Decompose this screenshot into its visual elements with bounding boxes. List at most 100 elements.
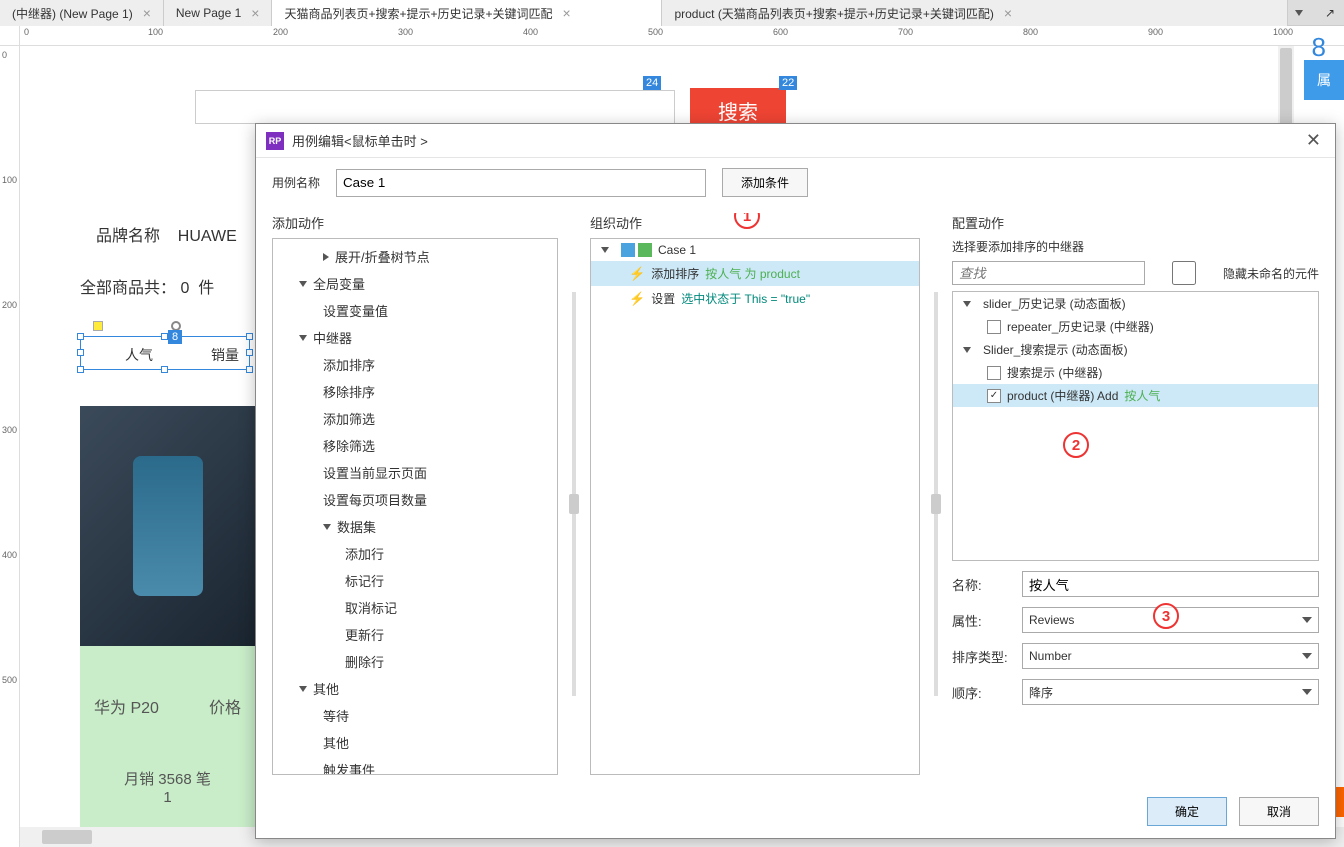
case-name-input[interactable] (336, 169, 706, 197)
action-tree-item[interactable]: 数据集 (273, 513, 557, 540)
action-tree-item[interactable]: 触发事件 (273, 756, 557, 775)
config-search-input[interactable] (952, 261, 1145, 285)
chevron-down-icon (1302, 689, 1312, 695)
ruler-corner (0, 26, 20, 46)
cancel-button[interactable]: 取消 (1239, 797, 1319, 826)
annotation-2: 2 (1063, 432, 1089, 458)
add-action-pane[interactable]: 展开/折叠树节点全局变量设置变量值中继器添加排序移除排序添加筛选移除筛选设置当前… (272, 238, 558, 775)
action-set-selected[interactable]: ⚡ 设置 选中状态于 This = "true" (591, 286, 919, 311)
sorter-selection[interactable]: 人气 销量 (80, 336, 250, 370)
ruler-horizontal: 0 100 200 300 400 500 600 700 800 900 10… (20, 26, 1344, 46)
action-tree-item[interactable]: 添加行 (273, 540, 557, 567)
product-card[interactable]: 华为 P20价格 月销 3568 笔 1 (80, 646, 255, 827)
action-tree-item[interactable]: 中继器 (273, 324, 557, 351)
rp-icon: RP (266, 132, 284, 150)
right-panel-tab[interactable]: 属 (1304, 60, 1344, 100)
tab-3-active[interactable]: 天猫商品列表页+搜索+提示+历史记录+关键词匹配× (272, 0, 662, 26)
brand-label: 品牌名称 HUAWE (96, 222, 237, 246)
case-name-label: 用例名称 (272, 174, 320, 191)
caret-down-icon (299, 335, 307, 341)
dimension-badge-24: 24 (643, 76, 661, 90)
case-row[interactable]: Case 1 (591, 239, 919, 261)
close-icon[interactable]: × (251, 5, 259, 21)
tab-2[interactable]: New Page 1× (164, 0, 273, 26)
splitter-2[interactable] (934, 292, 938, 697)
organize-action-pane[interactable]: Case 1 ⚡ 添加排序 按人气 为 product ⚡ 设置 选中状态于 T… (590, 238, 920, 775)
product-image[interactable] (80, 406, 255, 646)
caret-down-icon (323, 524, 331, 530)
config-action-header: 配置动作 (952, 213, 1319, 232)
repeater-tree-item[interactable]: ✓product (中继器) Add 按人气 (953, 384, 1318, 407)
close-icon[interactable]: × (563, 5, 571, 21)
sort-name-input[interactable] (1022, 571, 1319, 597)
panel-badge-8: 8 (1312, 32, 1326, 63)
action-tree-item[interactable]: 移除排序 (273, 378, 557, 405)
tabs-collapse[interactable]: ↗ (1316, 0, 1344, 25)
ruler-vertical: 0 100 200 300 400 500 (0, 46, 20, 847)
add-action-header: 添加动作 (272, 213, 558, 232)
chevron-down-icon (1302, 653, 1312, 659)
action-tree-item[interactable]: 其他 (273, 675, 557, 702)
checkbox[interactable] (987, 320, 1001, 334)
action-tree-item[interactable]: 删除行 (273, 648, 557, 675)
config-subheader: 选择要添加排序的中继器 (952, 238, 1319, 261)
caret-down-icon (299, 686, 307, 692)
dialog-titlebar[interactable]: RP 用例编辑<鼠标单击时 > ✕ (256, 124, 1335, 158)
sort-popularity[interactable]: 人气 (125, 345, 153, 365)
action-add-sort[interactable]: ⚡ 添加排序 按人气 为 product (591, 261, 919, 286)
dimension-badge-8: 8 (168, 330, 182, 344)
action-tree-item[interactable]: 标记行 (273, 567, 557, 594)
order-label: 顺序: (952, 683, 1012, 702)
repeater-tree-item[interactable]: 搜索提示 (中继器) (953, 361, 1318, 384)
dialog-title: 用例编辑<鼠标单击时 > (292, 131, 428, 150)
tab-1[interactable]: (中继器) (New Page 1)× (0, 0, 164, 26)
action-tree-item[interactable]: 等待 (273, 702, 557, 729)
total-products: 全部商品共： 0 件 (80, 274, 214, 298)
lightning-icon: ⚡ (629, 291, 645, 307)
action-tree-item[interactable]: 取消标记 (273, 594, 557, 621)
repeater-tree-item[interactable]: slider_历史记录 (动态面板) (953, 292, 1318, 315)
annotation-3: 3 (1153, 603, 1179, 629)
page-tabs: (中继器) (New Page 1)× New Page 1× 天猫商品列表页+… (0, 0, 1344, 26)
attr-label: 属性: (952, 611, 1012, 630)
action-tree-item[interactable]: 移除筛选 (273, 432, 557, 459)
type-label: 排序类型: (952, 647, 1012, 666)
action-tree-item[interactable]: 设置每页项目数量 (273, 486, 557, 513)
action-tree-item[interactable]: 展开/折叠树节点 (273, 243, 557, 270)
close-icon[interactable]: × (143, 5, 151, 21)
chevron-down-icon (1302, 617, 1312, 623)
sort-type-select[interactable]: Number (1022, 643, 1319, 669)
hide-unnamed-checkbox[interactable] (1155, 261, 1213, 285)
action-tree-item[interactable]: 设置当前显示页面 (273, 459, 557, 486)
dimension-badge-22: 22 (779, 76, 797, 90)
hide-unnamed-label: 隐藏未命名的元件 (1223, 265, 1319, 282)
name-label: 名称: (952, 575, 1012, 594)
repeater-tree-item[interactable]: repeater_历史记录 (中继器) (953, 315, 1318, 338)
tabs-overflow[interactable] (1288, 0, 1316, 25)
caret-down-icon (963, 301, 971, 307)
repeater-tree-item[interactable]: Slider_搜索提示 (动态面板) (953, 338, 1318, 361)
order-select[interactable]: 降序 (1022, 679, 1319, 705)
note-icon (93, 321, 103, 331)
checkbox[interactable] (987, 366, 1001, 380)
close-icon[interactable]: × (1004, 5, 1012, 21)
caret-down-icon (963, 347, 971, 353)
action-tree-item[interactable]: 设置变量值 (273, 297, 557, 324)
close-icon[interactable]: ✕ (1302, 130, 1325, 151)
action-tree-item[interactable]: 添加排序 (273, 351, 557, 378)
action-tree-item[interactable]: 添加筛选 (273, 405, 557, 432)
caret-down-icon (299, 281, 307, 287)
action-tree-item[interactable]: 全局变量 (273, 270, 557, 297)
action-tree-item[interactable]: 更新行 (273, 621, 557, 648)
checkbox[interactable]: ✓ (987, 389, 1001, 403)
sort-sales[interactable]: 销量 (211, 345, 239, 365)
search-input-box[interactable] (195, 90, 675, 124)
ok-button[interactable]: 确定 (1147, 797, 1227, 826)
tab-4[interactable]: product (天猫商品列表页+搜索+提示+历史记录+关键词匹配)× (662, 0, 1288, 26)
case-editor-dialog: RP 用例编辑<鼠标单击时 > ✕ 用例名称 添加条件 添加动作 展开/折叠树节… (255, 123, 1336, 839)
splitter-1[interactable] (572, 292, 576, 697)
repeater-tree-pane[interactable]: slider_历史记录 (动态面板)repeater_历史记录 (中继器)Sli… (952, 291, 1319, 561)
add-condition-button[interactable]: 添加条件 (722, 168, 808, 197)
caret-right-icon (323, 253, 329, 261)
action-tree-item[interactable]: 其他 (273, 729, 557, 756)
